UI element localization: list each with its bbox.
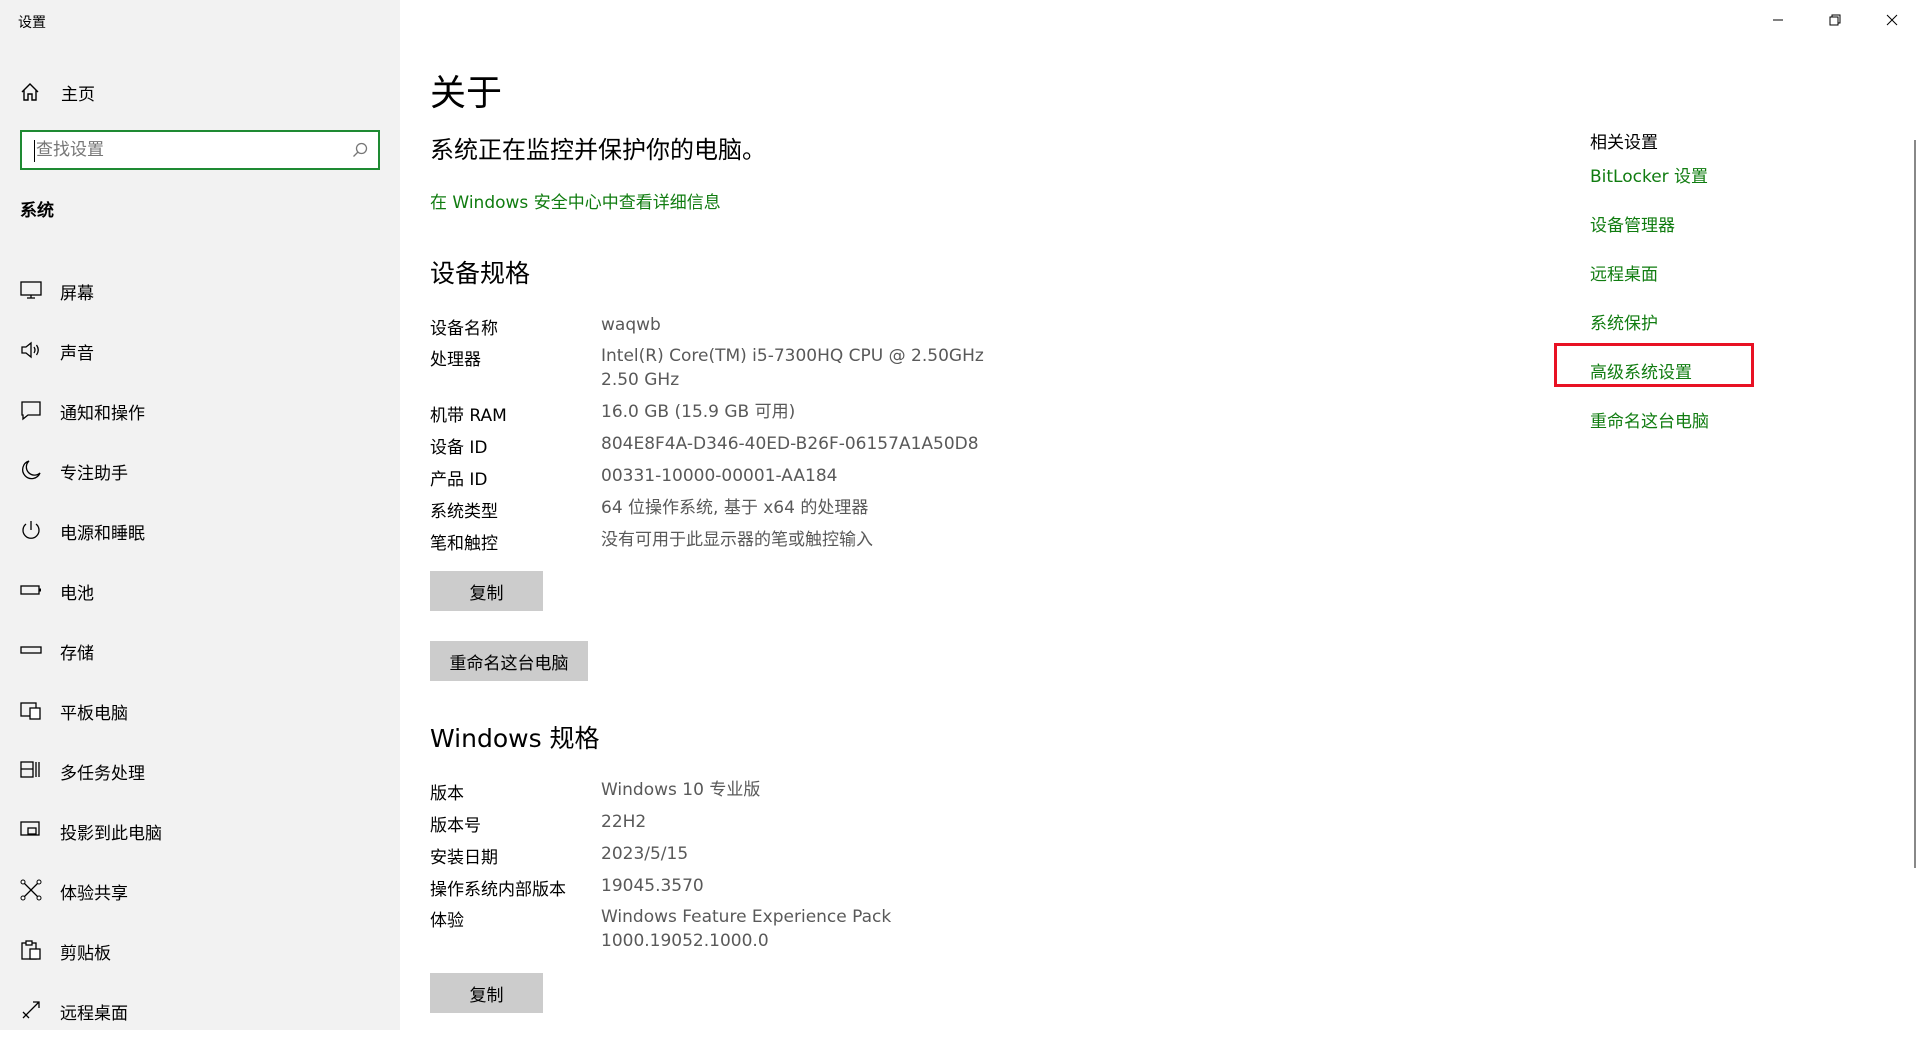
home-icon [20,82,40,106]
spec-value: Windows Feature Experience Pack [601,907,892,927]
windows-specs-title: Windows 规格 [430,724,600,753]
spec-value: 19045.3570 [601,876,704,896]
storage-icon [20,639,42,661]
protection-status: 系统正在监控并保护你的电脑。 [430,136,766,164]
spec-key: 设备名称 [430,319,498,339]
spec-value: 64 位操作系统, 基于 x64 的处理器 [601,498,869,518]
minimize-icon [1772,11,1784,30]
tablet-icon [20,699,42,721]
sidebar-item-label: 通知和操作 [60,404,145,424]
main-content: 关于 系统正在监控并保护你的电脑。 在 Windows 安全中心中查看详细信息 … [400,0,1920,1030]
sidebar-item-focus-assist[interactable]: 专注助手 [0,440,400,500]
spec-value: 16.0 GB (15.9 GB 可用) [601,402,796,422]
restore-icon [1829,11,1841,30]
search-icon[interactable] [352,142,368,162]
spec-value: 22H2 [601,812,647,832]
spec-key: 笔和触控 [430,534,498,554]
sidebar-item-label: 投影到此电脑 [60,824,162,844]
spec-key: 版本 [430,784,464,804]
multitask-icon [20,759,42,781]
sidebar-home[interactable]: 主页 [0,70,400,114]
spec-key: 设备 ID [430,438,488,458]
device-manager-link[interactable]: 设备管理器 [1590,211,1675,236]
share-icon [20,879,42,901]
spec-key: 机带 RAM [430,406,507,426]
speaker-icon [20,339,42,361]
close-icon [1886,11,1898,30]
remote-icon [20,999,42,1021]
project-icon [20,819,42,841]
sidebar-item-battery[interactable]: 电池 [0,560,400,620]
system-protection-link[interactable]: 系统保护 [1590,309,1658,334]
monitor-icon [20,279,42,301]
security-center-link[interactable]: 在 Windows 安全中心中查看详细信息 [430,188,721,213]
spec-value: 2023/5/15 [601,844,689,864]
highlight-annotation [1554,343,1754,387]
search-box[interactable] [20,130,380,170]
sidebar-item-notifications[interactable]: 通知和操作 [0,380,400,440]
sidebar-item-label: 体验共享 [60,884,128,904]
remote-desktop-link[interactable]: 远程桌面 [1590,260,1658,285]
sidebar-item-label: 远程桌面 [60,1004,128,1024]
sidebar-item-sound[interactable]: 声音 [0,320,400,380]
sidebar-item-tablet[interactable]: 平板电脑 [0,680,400,740]
sidebar-item-label: 平板电脑 [60,704,128,724]
sidebar-item-remote-desktop[interactable]: 远程桌面 [0,980,400,1040]
sidebar-nav: 屏幕 声音 通知和操作 专注助手 电源和睡眠 电池 存储 平板电脑 多任务处理 … [0,260,400,1040]
spec-value: Windows 10 专业版 [601,780,761,800]
spec-key: 版本号 [430,816,481,836]
power-icon [20,519,42,541]
restore-button[interactable] [1807,0,1863,40]
rename-pc-button[interactable]: 重命名这台电脑 [430,641,588,681]
spec-key: 产品 ID [430,470,488,490]
spec-value-line2: 1000.19052.1000.0 [601,931,769,951]
sidebar-item-label: 电源和睡眠 [60,524,145,544]
clipboard-icon [20,939,42,961]
spec-value: 没有可用于此显示器的笔或触控输入 [601,530,873,550]
spec-value: waqwb [601,315,661,335]
spec-value: Intel(R) Core(TM) i5-7300HQ CPU @ 2.50GH… [601,346,984,366]
bitlocker-settings-link[interactable]: BitLocker 设置 [1590,162,1708,187]
sidebar-item-label: 存储 [60,644,94,664]
device-specs-title: 设备规格 [430,259,531,288]
notification-icon [20,399,42,421]
close-button[interactable] [1864,0,1920,40]
spec-key: 处理器 [430,350,481,370]
spec-value: 00331-10000-00001-AA184 [601,466,838,486]
copy-device-specs-button[interactable]: 复制 [430,571,543,611]
sidebar-item-display[interactable]: 屏幕 [0,260,400,320]
sidebar-item-multitasking[interactable]: 多任务处理 [0,740,400,800]
sidebar-item-label: 屏幕 [60,284,94,304]
search-input[interactable] [34,137,334,163]
sidebar-item-projecting[interactable]: 投影到此电脑 [0,800,400,860]
app-title: 设置 [18,15,46,31]
section-title: 系统 [20,201,54,221]
sidebar-item-label: 剪贴板 [60,944,111,964]
spec-value: 804E8F4A-D346-40ED-B26F-06157A1A50D8 [601,434,979,454]
page-title: 关于 [430,73,503,114]
copy-windows-specs-button[interactable]: 复制 [430,973,543,1013]
sidebar-item-storage[interactable]: 存储 [0,620,400,680]
minimize-button[interactable] [1750,0,1806,40]
spec-key: 安装日期 [430,848,498,868]
spec-key: 体验 [430,911,464,931]
sidebar: 设置 主页 系统 屏幕 声音 通知和操作 专注助手 [0,0,400,1030]
scrollbar[interactable] [1914,140,1916,868]
sidebar-item-label: 电池 [60,584,94,604]
spec-key: 操作系统内部版本 [430,880,566,900]
sidebar-item-label: 专注助手 [60,464,128,484]
spec-value-line2: 2.50 GHz [601,370,680,390]
sidebar-item-power[interactable]: 电源和睡眠 [0,500,400,560]
rename-this-pc-link[interactable]: 重命名这台电脑 [1590,407,1709,432]
spec-key: 系统类型 [430,502,498,522]
text-caret [34,140,35,162]
moon-icon [20,459,42,481]
sidebar-home-label: 主页 [61,84,95,105]
sidebar-item-label: 多任务处理 [60,764,145,784]
sidebar-item-label: 声音 [60,344,94,364]
battery-icon [20,579,42,601]
related-settings-title: 相关设置 [1590,133,1658,153]
sidebar-item-shared-experiences[interactable]: 体验共享 [0,860,400,920]
sidebar-item-clipboard[interactable]: 剪贴板 [0,920,400,980]
